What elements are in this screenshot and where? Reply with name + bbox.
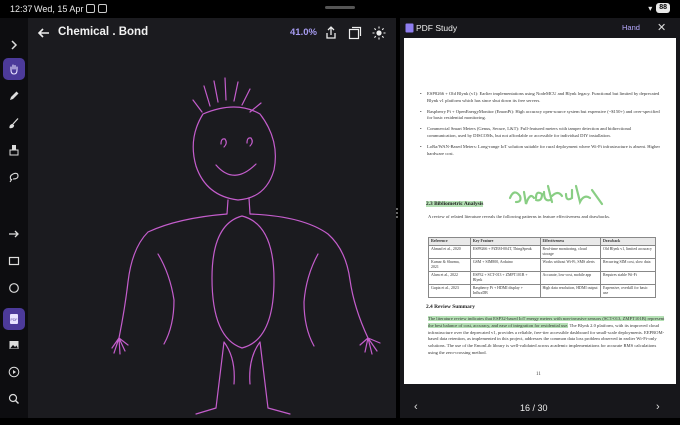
back-arrow-icon[interactable] — [36, 25, 52, 41]
hand-mode-toggle[interactable]: Hand — [622, 23, 640, 32]
share-icon[interactable] — [324, 26, 338, 40]
handwritten-annotation — [508, 184, 604, 206]
brightness-icon[interactable] — [372, 26, 386, 40]
page-navigation: ‹ 16 / 30 › — [400, 398, 680, 418]
table-cell: GSM + SIM800, Arduino — [469, 258, 541, 272]
table-cell: Accurate, low-cost, mobile app — [539, 271, 601, 285]
table-row: Alam et al., 2022 ESP32 + SCT-013 + ZMPT… — [428, 271, 657, 285]
svg-text:PDF: PDF — [11, 318, 18, 322]
ink-drawing[interactable] — [28, 48, 396, 418]
eraser-icon[interactable] — [3, 139, 25, 161]
table-cell: Alam et al., 2022 — [428, 271, 471, 285]
next-page-button[interactable]: › — [656, 401, 660, 413]
table-cell: Raspberry Pi + HDMI display + InfluxDB — [469, 284, 541, 298]
system-nav-bar — [0, 418, 680, 425]
pdf-icon[interactable]: PDF — [3, 308, 25, 330]
previous-page-button[interactable]: ‹ — [414, 401, 418, 413]
bullet-item: Raspberry Pi + OpenEnergyMonitor (EmonPi… — [420, 109, 660, 123]
close-panel-button[interactable]: ✕ — [657, 21, 666, 34]
review-summary-paragraph: The literature review indicates that ESP… — [428, 316, 666, 357]
table-cell: ESP32 + SCT-013 + ZMPT101B + Blynk — [469, 271, 541, 285]
table-cell: ESP8266 + PZEM-004T, ThingSpeak — [469, 245, 541, 259]
window-grab-bar[interactable] — [325, 6, 355, 9]
status-right: ▾ 88 — [648, 3, 670, 13]
youtube-icon — [98, 4, 107, 13]
table-cell: Works without Wi-Fi, SMS alerts — [539, 258, 601, 272]
table-cell: Expensive, overkill for basic use — [599, 284, 657, 298]
table-cell: Real-time monitoring, cloud storage — [539, 245, 601, 259]
bullet-item: LoRa/WAN-Based Meters: Long-range IoT so… — [420, 144, 660, 158]
pdf-study-panel: PDF Study Hand ✕ ESP8266 + Old Blynk (v1… — [400, 18, 680, 418]
battery-badge: 88 — [656, 3, 670, 13]
table-cell: Gupta et al., 2023 — [428, 284, 471, 298]
rectangle-icon[interactable] — [3, 250, 25, 272]
play-icon[interactable] — [3, 361, 25, 383]
search-icon[interactable] — [3, 388, 25, 410]
status-date: Wed, 15 Apr — [34, 4, 84, 14]
brush-icon[interactable] — [3, 112, 25, 134]
status-time: 12:37 — [10, 4, 33, 14]
hand-icon[interactable] — [3, 58, 25, 80]
bullet-list: ESP8266 + Old Blynk (v1): Earlier implem… — [420, 91, 660, 161]
table-header-row: Reference Key Feature Effectiveness Draw… — [428, 237, 657, 246]
section-heading-bibliometric: 2.3 Bibliometric Analysis — [426, 201, 484, 207]
table-row: Gupta et al., 2023 Raspberry Pi + HDMI d… — [428, 284, 657, 298]
pdf-page[interactable]: ESP8266 + Old Blynk (v1): Earlier implem… — [404, 38, 676, 384]
table-header: Drawback — [599, 237, 657, 246]
zoom-level[interactable]: 41.0% — [290, 27, 317, 38]
image-icon[interactable] — [3, 334, 25, 356]
bullet-item: Commercial Smart Meters (Genus, Secure, … — [420, 126, 660, 140]
tool-rail: PDF — [0, 18, 28, 418]
pages-icon[interactable] — [348, 26, 362, 40]
notification-icon — [86, 4, 95, 13]
bullet-item: ESP8266 + Old Blynk (v1): Earlier implem… — [420, 91, 660, 105]
table-cell: High data resolution, HDMI output — [539, 284, 601, 298]
table-cell: Requires stable Wi-Fi — [599, 271, 657, 285]
arrow-icon[interactable] — [3, 223, 25, 245]
table-cell: Kumar & Sharma, 2021 — [428, 258, 471, 272]
table-header: Reference — [428, 237, 471, 246]
drawing-pane: Chemical . Bond 41.0% — [28, 18, 396, 418]
page-number: 11 — [536, 372, 541, 377]
table-header: Key Feature — [469, 237, 541, 246]
literature-table: Reference Key Feature Effectiveness Draw… — [428, 237, 657, 298]
table-row: Kumar & Sharma, 2021 GSM + SIM800, Ardui… — [428, 258, 657, 272]
split-handle[interactable] — [395, 208, 399, 220]
table-cell: Recurring SIM cost, slow data — [599, 258, 657, 272]
panel-title: PDF Study — [416, 23, 458, 33]
document-title: Chemical . Bond — [58, 26, 149, 38]
table-cell: Ahmad et al., 2020 — [428, 245, 471, 259]
document-toolbar: Chemical . Bond 41.0% — [28, 18, 396, 48]
expand-icon[interactable] — [3, 34, 25, 56]
pen-icon[interactable] — [3, 85, 25, 107]
table-header: Effectiveness — [539, 237, 601, 246]
status-bar: 12:37 Wed, 15 Apr ▾ 88 — [0, 0, 680, 18]
table-cell: Old Blynk v1, limited accuracy — [599, 245, 657, 259]
section-heading-review-summary: 2.4 Review Summary — [426, 304, 475, 310]
pdf-study-icon — [405, 23, 414, 33]
table-row: Ahmad et al., 2020 ESP8266 + PZEM-004T, … — [428, 245, 657, 259]
panel-header: PDF Study Hand ✕ — [400, 18, 680, 38]
section-intro: A review of related literature reveals t… — [428, 214, 611, 219]
wifi-icon: ▾ — [648, 3, 653, 13]
lasso-icon[interactable] — [3, 166, 25, 188]
page-indicator: 16 / 30 — [520, 403, 548, 413]
circle-icon[interactable] — [3, 277, 25, 299]
